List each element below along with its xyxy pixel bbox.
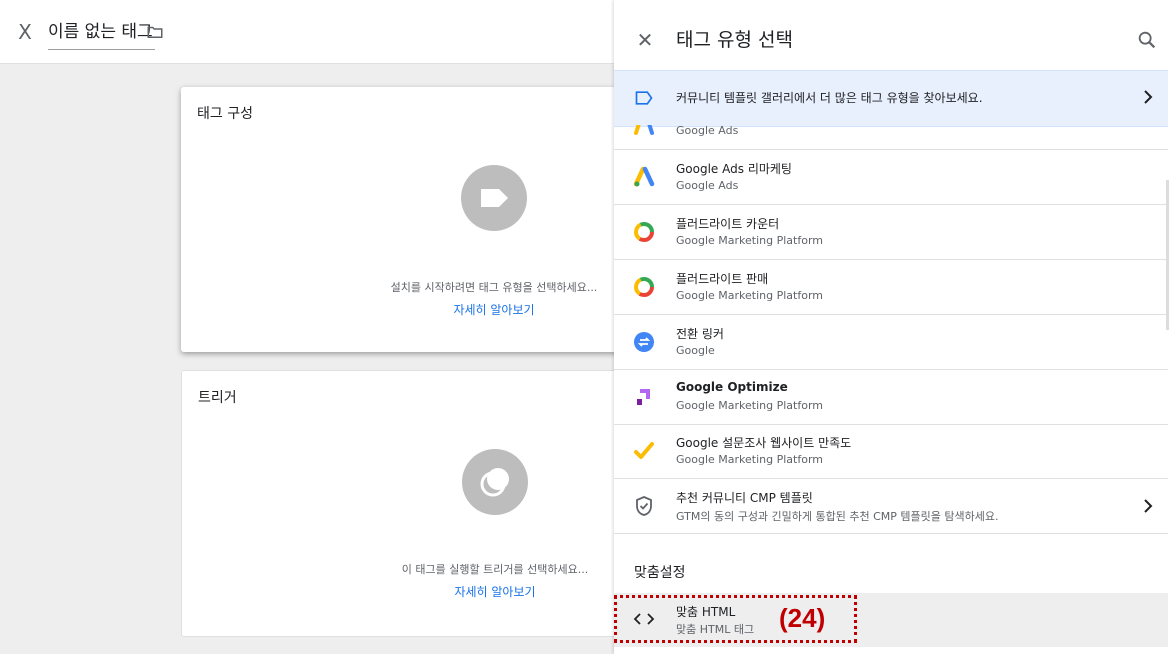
tag-outline-icon [635,91,653,105]
surveys-icon [634,442,654,459]
list-item-title: Google Ads 리마케팅 [676,162,792,176]
tag-config-card[interactable]: 태그 구성 설치를 시작하려면 태그 유형을 선택하세요... 자세히 알아보기 [181,87,631,352]
floodlight-icon [634,222,654,242]
tag-editor-pane: X 이름 없는 태그 태그 구성 설치를 시작하려면 태그 유형을 선택하세요.… [0,0,633,654]
list-item-subtitle: Google [676,344,715,357]
chevron-right-icon [1144,499,1153,513]
community-gallery-banner[interactable]: 커뮤니티 템플릿 갤러리에서 더 많은 태그 유형을 찾아보세요. [614,70,1168,127]
list-item-floodlight-counter[interactable]: 플러드라이트 카운터 Google Marketing Platform [614,205,1168,260]
custom-section-heading: 맞춤설정 [634,565,686,581]
editor-header: X 이름 없는 태그 [0,0,614,64]
list-item-subtitle: Google Marketing Platform [676,453,823,466]
list-item-subtitle: Google Ads [676,179,739,192]
list-item-title: 플러드라이트 판매 [676,272,769,286]
panel-title: 태그 유형 선택 [676,29,793,51]
optimize-icon [637,389,650,405]
google-ads-icon [633,166,655,187]
list-item-floodlight-sales[interactable]: 플러드라이트 판매 Google Marketing Platform [614,260,1168,315]
tag-type-panel: ✕ 태그 유형 선택 커뮤니티 템플릿 갤러리에서 더 많은 태그 유형을 찾아… [614,0,1176,654]
list-item-title: 추천 커뮤니티 CMP 템플릿 [676,491,813,505]
list-item-subtitle: GTM의 동의 구성과 긴밀하게 통합된 추천 CMP 템플릿을 탐색하세요. [676,510,999,523]
floodlight-icon [634,277,654,297]
tag-placeholder-circle[interactable] [461,165,527,231]
tag-name-field[interactable]: 이름 없는 태그 [48,17,155,50]
trigger-title: 트리거 [198,390,237,406]
google-ads-icon [634,125,654,135]
list-item-title: Google Optimize [676,380,788,394]
panel-close-button[interactable]: ✕ [634,26,656,54]
tag-config-title: 태그 구성 [197,106,253,122]
panel-scrollbar[interactable] [1166,180,1169,330]
list-item-subtitle: Google Marketing Platform [676,234,823,247]
list-item-title: 플러드라이트 카운터 [676,217,780,231]
community-banner-text: 커뮤니티 템플릿 갤러리에서 더 많은 태그 유형을 찾아보세요. [676,91,983,105]
folder-icon[interactable] [146,23,164,41]
list-item-title: 전환 링커 [676,327,724,341]
trigger-icon [480,468,509,497]
list-item-subtitle: Google Marketing Platform [676,289,823,302]
editor-close-button[interactable]: X [14,18,36,46]
list-item-subtitle: Google Marketing Platform [676,399,823,412]
tag-icon [481,189,508,207]
conversion-linker-icon [634,332,654,352]
trigger-placeholder-circle[interactable] [462,449,528,515]
chevron-right-icon [1144,90,1153,104]
list-item-title: Google 설문조사 웹사이트 만족도 [676,436,852,450]
search-icon[interactable] [1136,29,1158,51]
list-item-community-cmp[interactable]: 추천 커뮤니티 CMP 템플릿 GTM의 동의 구성과 긴밀하게 통합된 추천 … [614,479,1168,534]
list-item-conversion-linker[interactable]: 전환 링커 Google [614,315,1168,370]
list-item-ads-remarketing[interactable]: Google Ads 리마케팅 Google Ads [614,150,1168,205]
list-item-partial[interactable]: Google Ads [614,125,1168,150]
list-item-google-optimize[interactable]: Google Optimize Google Marketing Platfor… [614,370,1168,425]
annotation-step-label: (24) [779,603,826,633]
trigger-card[interactable]: 트리거 이 태그를 실행할 트리거를 선택하세요... 자세히 알아보기 [181,370,633,637]
shield-check-icon [636,496,652,516]
list-item-google-surveys[interactable]: Google 설문조사 웹사이트 만족도 Google Marketing Pl… [614,424,1168,479]
list-item-subtitle: Google Ads [676,125,739,137]
